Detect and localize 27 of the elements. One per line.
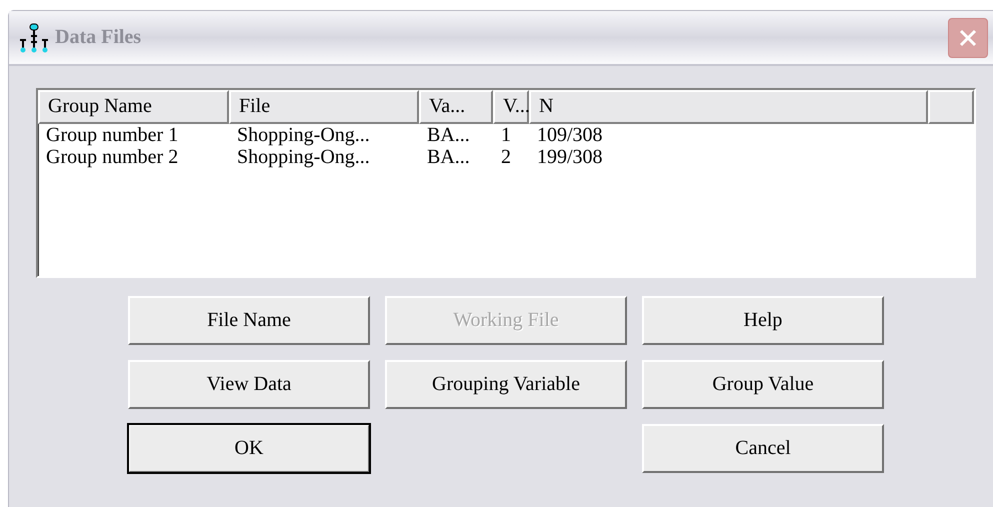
table-cell: Shopping-Ong... — [237, 124, 370, 146]
window-title: Data Files — [55, 26, 142, 49]
dialog-button[interactable]: Help — [642, 296, 884, 345]
column-header[interactable]: Group Name — [38, 90, 229, 124]
table-cell: Shopping-Ong... — [237, 146, 370, 168]
tree-icon — [19, 22, 49, 52]
table-cell: Group number 2 — [46, 146, 178, 168]
dialog-button[interactable]: Cancel — [642, 424, 884, 473]
table-cell: BA... — [427, 146, 470, 168]
dialog-button[interactable]: View Data — [128, 360, 370, 409]
table-cell: 199/308 — [537, 146, 603, 168]
column-header[interactable]: Va... — [419, 90, 493, 124]
close-button[interactable] — [948, 18, 988, 58]
column-header[interactable]: N — [529, 90, 928, 124]
column-header[interactable]: File — [229, 90, 419, 124]
column-header[interactable]: V... — [493, 90, 529, 124]
table-cell: Group number 1 — [46, 124, 178, 146]
table-cell: BA... — [427, 124, 470, 146]
table-cell: 2 — [501, 146, 511, 168]
list-row[interactable]: Group number 2 Shopping-Ong... BA... 2 199/308 — [38, 146, 974, 168]
dialog-button[interactable]: Grouping Variable — [385, 360, 627, 409]
list-row[interactable]: Group number 1 Shopping-Ong... BA... 1 109/308 — [38, 124, 974, 146]
dialog-button[interactable]: Group Value — [642, 360, 884, 409]
dialog-button[interactable]: OK — [128, 424, 370, 473]
dialog-button[interactable]: File Name — [128, 296, 370, 345]
table-cell: 109/308 — [537, 124, 603, 146]
table-cell: 1 — [501, 124, 511, 146]
